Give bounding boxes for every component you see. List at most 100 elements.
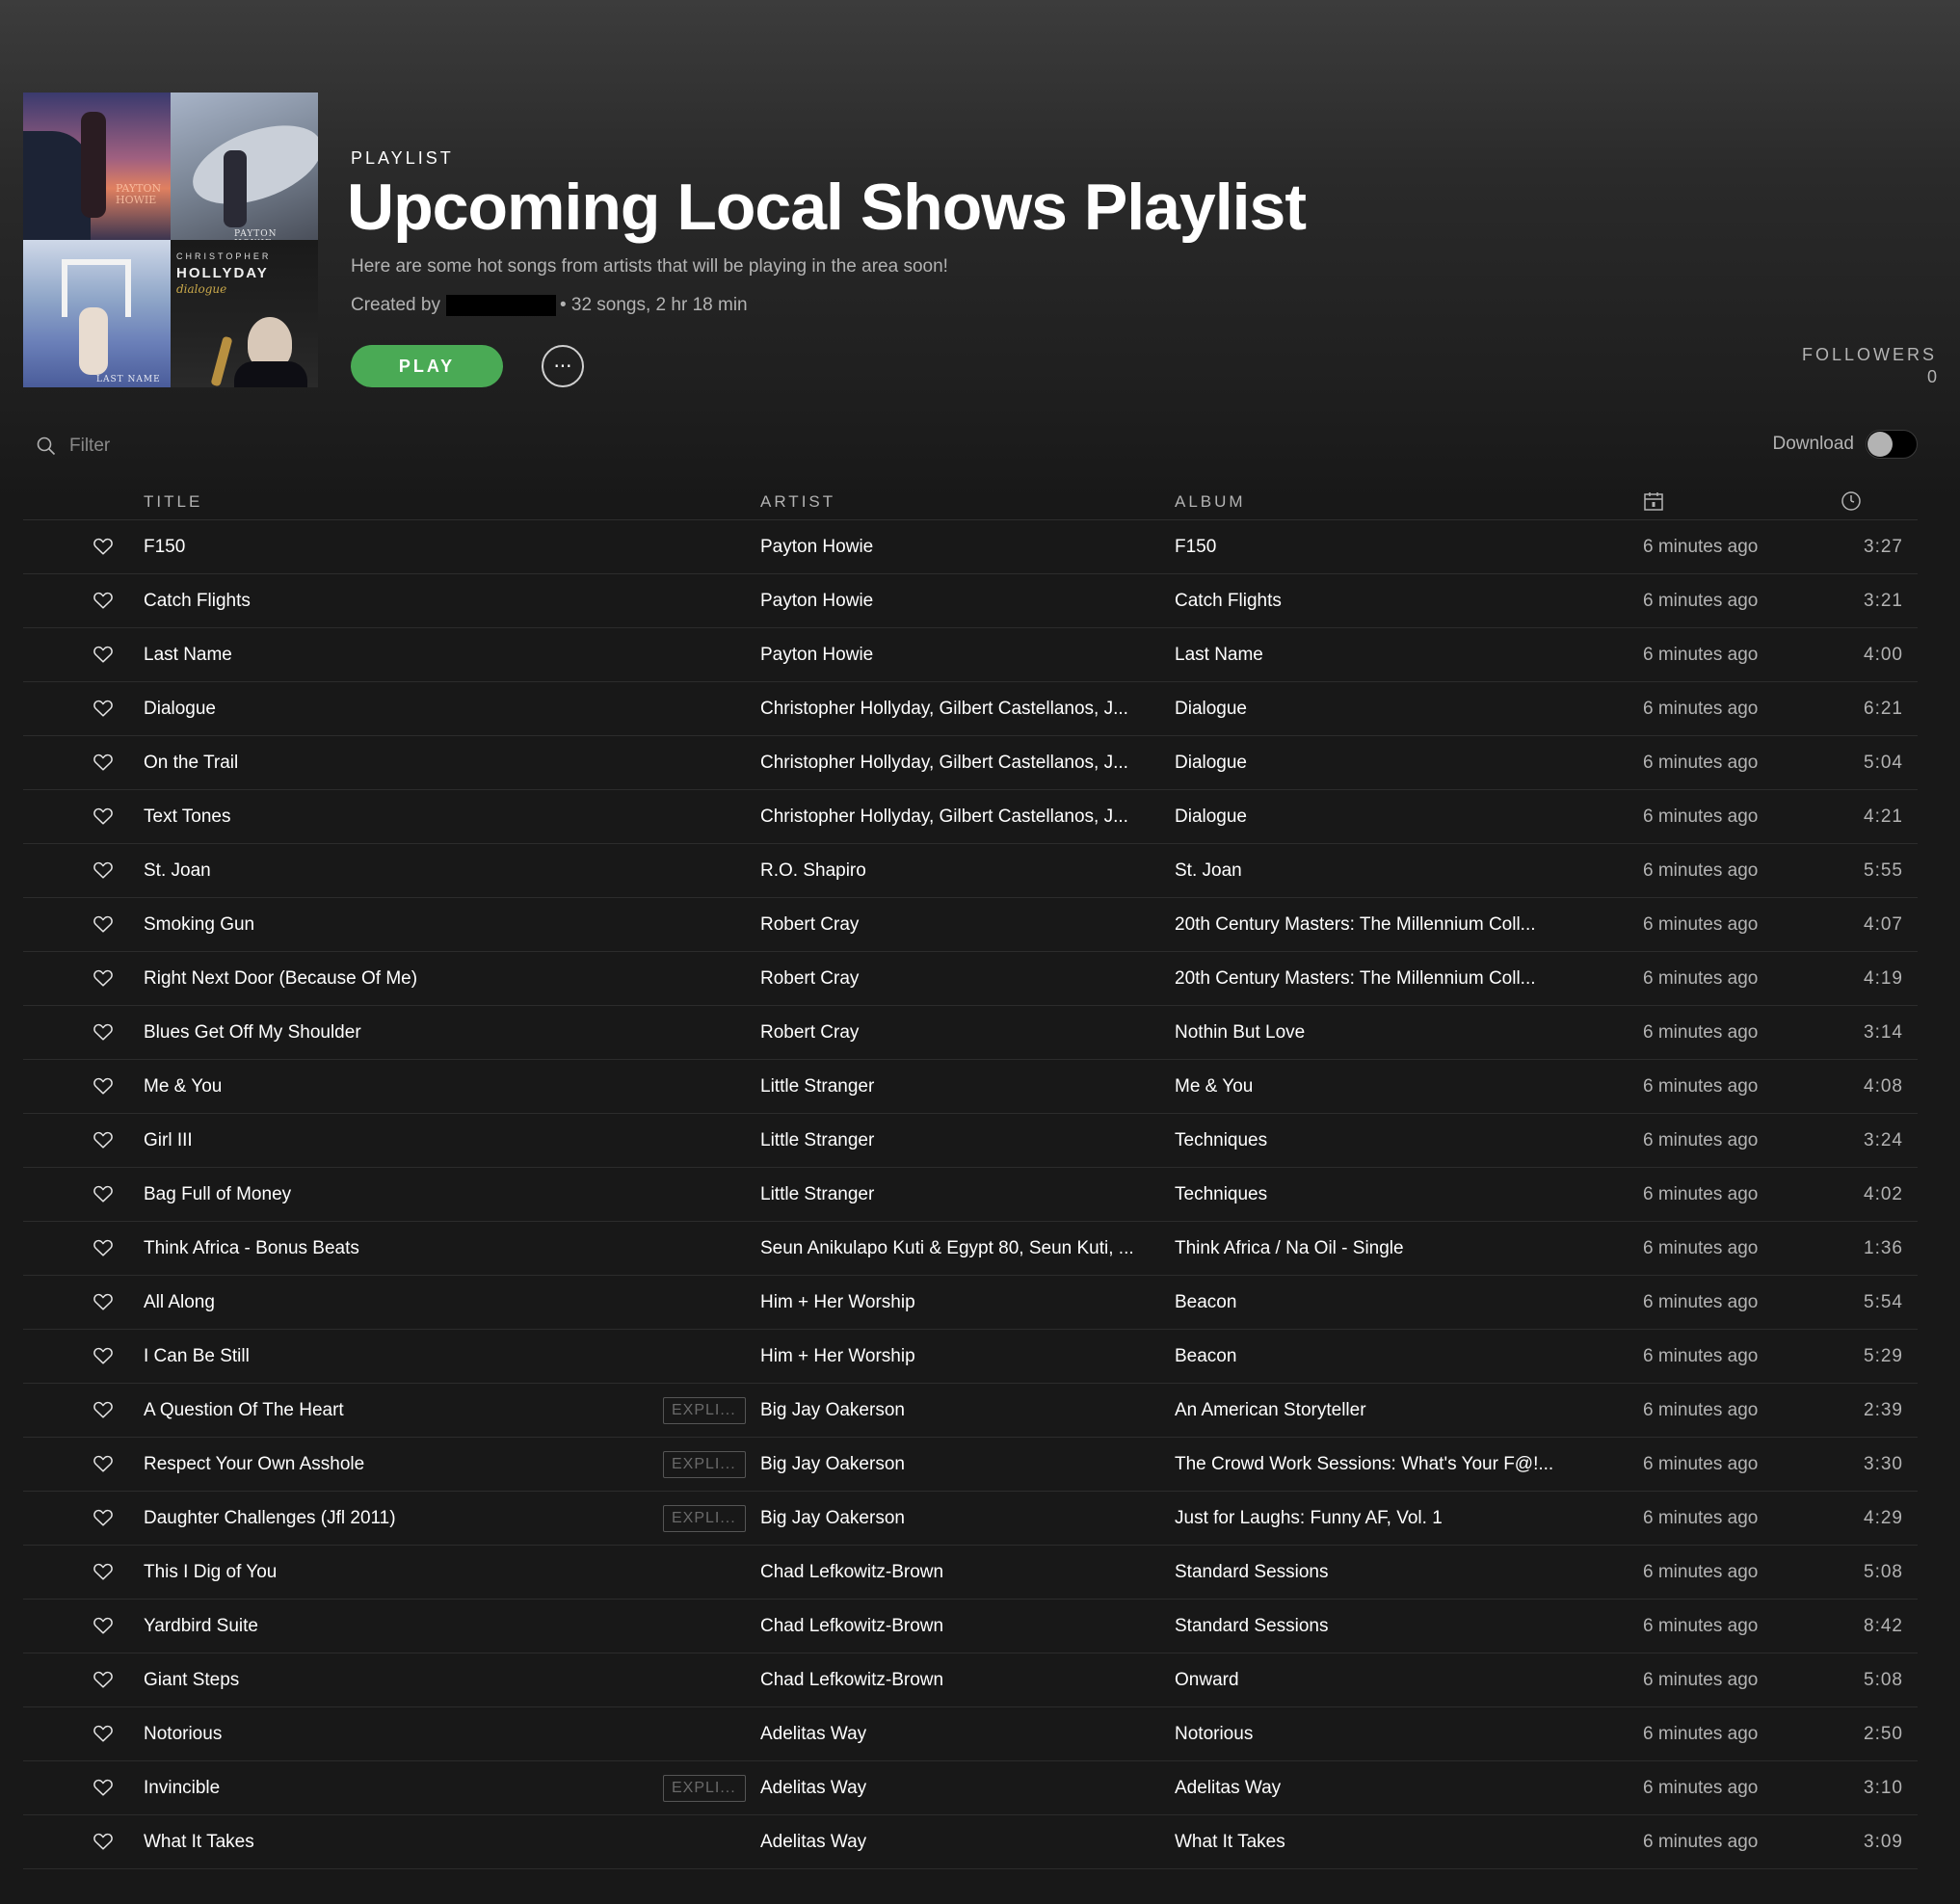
heart-icon[interactable] [93,1453,114,1474]
play-button[interactable]: PLAY [351,345,503,387]
heart-icon[interactable] [93,752,114,773]
track-album-link[interactable]: St. Joan [1175,860,1599,882]
track-album-link[interactable]: Notorious [1175,1724,1599,1745]
heart-icon[interactable] [93,1669,114,1690]
track-artist-link[interactable]: Robert Cray [760,914,1186,936]
table-row[interactable]: Catch Flights Payton Howie Catch Flights 6 … [23,574,1918,628]
track-artist-link[interactable]: Christopher Hollyday, Gilbert Castellano… [760,699,1186,720]
track-album-link[interactable]: Catch Flights [1175,591,1599,612]
table-row[interactable]: Yardbird Suite Chad Lefkowitz-Brown Standa… [23,1600,1918,1653]
heart-icon[interactable] [93,1183,114,1204]
column-artist[interactable]: ARTIST [760,492,835,512]
table-row[interactable]: Me & You Little Stranger Me & You 6 minutes… [23,1060,1918,1114]
track-album-link[interactable]: 20th Century Masters: The Millennium Col… [1175,914,1599,936]
heart-icon[interactable] [93,698,114,719]
track-album-link[interactable]: Nothin But Love [1175,1022,1599,1044]
heart-icon[interactable] [93,967,114,989]
more-options-button[interactable]: ··· [542,345,584,387]
track-artist-link[interactable]: Christopher Hollyday, Gilbert Castellano… [760,753,1186,774]
heart-icon[interactable] [93,859,114,881]
track-artist-link[interactable]: Big Jay Oakerson [760,1400,1186,1421]
table-row[interactable]: A Question Of The Heart EXPLI... Big Jay O… [23,1384,1918,1438]
heart-icon[interactable] [93,1345,114,1366]
track-album-link[interactable]: Onward [1175,1670,1599,1691]
table-row[interactable]: All Along Him + Her Worship Beacon 6 minute… [23,1276,1918,1330]
filter-input[interactable]: Filter [37,436,110,457]
table-row[interactable]: Right Next Door (Because Of Me) Robert Cr… [23,952,1918,1006]
track-album-link[interactable]: Beacon [1175,1346,1599,1367]
track-album-link[interactable]: Dialogue [1175,753,1599,774]
table-row[interactable]: St. Joan R.O. Shapiro St. Joan 6 minutes ag… [23,844,1918,898]
heart-icon[interactable] [93,1615,114,1636]
table-row[interactable]: Notorious Adelitas Way Notorious 6 minutes … [23,1707,1918,1761]
table-row[interactable]: What It Takes Adelitas Way What It Takes 6 … [23,1815,1918,1869]
track-artist-link[interactable]: Little Stranger [760,1130,1186,1151]
track-album-link[interactable]: Me & You [1175,1076,1599,1097]
download-toggle[interactable] [1866,430,1918,459]
heart-icon[interactable] [93,1129,114,1150]
track-artist-link[interactable]: Him + Her Worship [760,1346,1186,1367]
track-artist-link[interactable]: Payton Howie [760,591,1186,612]
track-album-link[interactable]: Techniques [1175,1184,1599,1205]
heart-icon[interactable] [93,1021,114,1043]
heart-icon[interactable] [93,913,114,935]
track-artist-link[interactable]: Little Stranger [760,1076,1186,1097]
table-row[interactable]: Bag Full of Money Little Stranger Techniqu… [23,1168,1918,1222]
heart-icon[interactable] [93,806,114,827]
heart-icon[interactable] [93,644,114,665]
track-album-link[interactable]: Dialogue [1175,699,1599,720]
track-artist-link[interactable]: Chad Lefkowitz-Brown [760,1562,1186,1583]
table-row[interactable]: Think Africa - Bonus Beats Seun Anikulapo… [23,1222,1918,1276]
heart-icon[interactable] [93,1399,114,1420]
track-album-link[interactable]: Last Name [1175,645,1599,666]
table-row[interactable]: Giant Steps Chad Lefkowitz-Brown Onward 6 m… [23,1653,1918,1707]
heart-icon[interactable] [93,590,114,611]
heart-icon[interactable] [93,1723,114,1744]
track-artist-link[interactable]: Chad Lefkowitz-Brown [760,1616,1186,1637]
track-album-link[interactable]: The Crowd Work Sessions: What's Your F@!… [1175,1454,1599,1475]
heart-icon[interactable] [93,1777,114,1798]
date-added-column-calendar-icon[interactable] [1643,490,1664,516]
redacted-owner-name[interactable] [445,295,556,316]
track-album-link[interactable]: Beacon [1175,1292,1599,1313]
track-artist-link[interactable]: Little Stranger [760,1184,1186,1205]
column-album[interactable]: ALBUM [1175,492,1246,512]
track-album-link[interactable]: What It Takes [1175,1832,1599,1853]
track-artist-link[interactable]: Robert Cray [760,1022,1186,1044]
track-artist-link[interactable]: Robert Cray [760,968,1186,990]
table-row[interactable]: Last Name Payton Howie Last Name 6 minutes … [23,628,1918,682]
track-artist-link[interactable]: Him + Her Worship [760,1292,1186,1313]
heart-icon[interactable] [93,536,114,557]
track-album-link[interactable]: An American Storyteller [1175,1400,1599,1421]
track-album-link[interactable]: Standard Sessions [1175,1616,1599,1637]
track-artist-link[interactable]: Big Jay Oakerson [760,1508,1186,1529]
table-row[interactable]: Invincible EXPLI... Adelitas Way Adelitas W… [23,1761,1918,1815]
track-album-link[interactable]: Standard Sessions [1175,1562,1599,1583]
table-row[interactable]: Respect Your Own Asshole EXPLI... Big Jay … [23,1438,1918,1492]
track-album-link[interactable]: Just for Laughs: Funny AF, Vol. 1 [1175,1508,1599,1529]
track-artist-link[interactable]: R.O. Shapiro [760,860,1186,882]
track-album-link[interactable]: Dialogue [1175,807,1599,828]
track-artist-link[interactable]: Payton Howie [760,645,1186,666]
table-row[interactable]: Girl III Little Stranger Techniques 6 minut… [23,1114,1918,1168]
track-album-link[interactable]: Techniques [1175,1130,1599,1151]
table-row[interactable]: On the Trail Christopher Hollyday, Gilber… [23,736,1918,790]
track-artist-link[interactable]: Seun Anikulapo Kuti & Egypt 80, Seun Kut… [760,1238,1186,1259]
table-row[interactable]: Dialogue Christopher Hollyday, Gilbert Ca… [23,682,1918,736]
track-album-link[interactable]: Adelitas Way [1175,1778,1599,1799]
heart-icon[interactable] [93,1075,114,1097]
table-row[interactable]: I Can Be Still Him + Her Worship Beacon 6 m… [23,1330,1918,1384]
heart-icon[interactable] [93,1561,114,1582]
heart-icon[interactable] [93,1237,114,1258]
table-row[interactable]: This I Dig of You Chad Lefkowitz-Brown Sta… [23,1546,1918,1600]
heart-icon[interactable] [93,1507,114,1528]
track-artist-link[interactable]: Adelitas Way [760,1724,1186,1745]
track-artist-link[interactable]: Adelitas Way [760,1832,1186,1853]
track-artist-link[interactable]: Big Jay Oakerson [760,1454,1186,1475]
track-album-link[interactable]: 20th Century Masters: The Millennium Col… [1175,968,1599,990]
heart-icon[interactable] [93,1291,114,1312]
table-row[interactable]: Smoking Gun Robert Cray 20th Century Maste… [23,898,1918,952]
column-title[interactable]: TITLE [144,492,202,512]
table-row[interactable]: F150 Payton Howie F150 6 minutes ago 3:27 [23,520,1918,574]
track-album-link[interactable]: Think Africa / Na Oil - Single [1175,1238,1599,1259]
